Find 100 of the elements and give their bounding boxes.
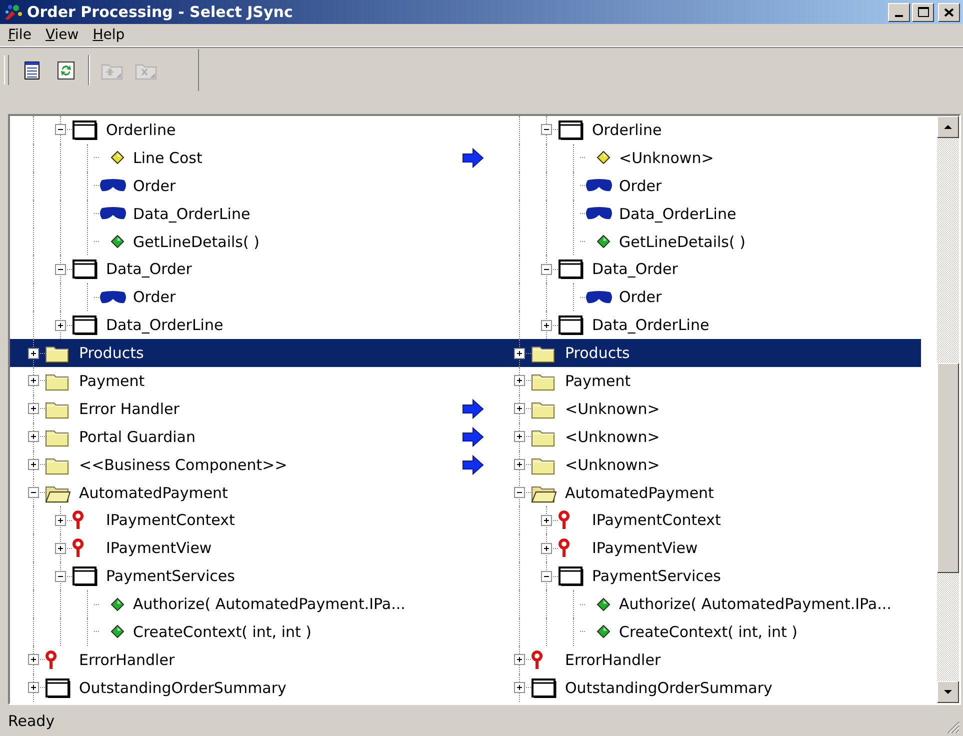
tree-item[interactable]: AutomatedPayment xyxy=(496,478,921,506)
tree-item[interactable]: <Unknown> xyxy=(496,450,921,479)
capsule-icon xyxy=(99,290,127,304)
tree-item[interactable]: Data_Order xyxy=(496,255,921,284)
tree-item[interactable]: Data_OrderLine xyxy=(10,200,496,228)
tree-item[interactable]: Orderline xyxy=(496,116,921,144)
window-icon xyxy=(558,259,584,280)
close-button[interactable] xyxy=(938,2,960,22)
tree-item[interactable]: Data_OrderLine xyxy=(496,311,921,340)
menu-item[interactable]: Help xyxy=(86,27,131,43)
expand-toggle[interactable] xyxy=(28,348,38,359)
pin-icon xyxy=(72,538,84,558)
scroll-down-button[interactable] xyxy=(937,681,959,703)
capsule-icon xyxy=(585,290,613,304)
tree-item[interactable]: Data_OrderLine xyxy=(496,200,921,228)
tree-item[interactable]: Authorize( AutomatedPayment.IPa... xyxy=(10,590,496,618)
diamond-icon xyxy=(597,235,610,248)
expand-toggle[interactable] xyxy=(54,320,66,331)
tree-item[interactable]: Products xyxy=(10,339,496,368)
tree-item[interactable]: Orderline xyxy=(10,116,496,144)
size-grip-icon xyxy=(946,720,960,734)
expand-toggle[interactable] xyxy=(28,375,38,386)
tree-item[interactable]: Error Handler xyxy=(10,394,496,423)
tree-item[interactable]: ErrorHandler xyxy=(496,646,921,674)
diamond-icon xyxy=(111,235,124,248)
expand-toggle[interactable] xyxy=(514,375,524,386)
tree-item[interactable]: OutstandingOrderSummary xyxy=(10,674,496,702)
tree-item[interactable]: AutomatedPayment xyxy=(10,478,496,506)
expand-toggle[interactable] xyxy=(28,654,38,666)
capsule-icon xyxy=(99,179,127,192)
tree-item[interactable]: GetLineDetails( ) xyxy=(496,228,921,256)
tree-item[interactable]: PaymentServices xyxy=(496,562,921,590)
expand-toggle[interactable] xyxy=(54,264,66,275)
scroll-up-button[interactable] xyxy=(937,116,959,138)
pin-icon xyxy=(531,650,543,670)
expand-toggle[interactable] xyxy=(514,403,524,414)
expand-toggle[interactable] xyxy=(28,459,38,470)
expand-toggle[interactable] xyxy=(540,514,552,526)
tree-item[interactable]: Line Cost xyxy=(10,144,496,172)
expand-toggle[interactable] xyxy=(540,570,552,582)
tree-item[interactable]: Data_Order xyxy=(10,255,496,284)
expand-toggle[interactable] xyxy=(540,320,552,331)
close-icon xyxy=(944,8,954,16)
tree-item[interactable]: <<Business Component>> xyxy=(10,450,496,479)
tree-item[interactable]: OutstandingOrderSummary xyxy=(496,674,921,702)
tree-item[interactable]: IPaymentContext xyxy=(496,506,921,534)
capsule-icon xyxy=(585,207,613,220)
tree-item[interactable]: Portal Guardian xyxy=(10,422,496,451)
menu-item[interactable]: File xyxy=(2,27,38,43)
expand-toggle[interactable] xyxy=(54,570,66,582)
tree-item[interactable]: CreateContext( int, int ) xyxy=(496,618,921,646)
expand-toggle[interactable] xyxy=(540,542,552,554)
tree-item[interactable]: IPaymentView xyxy=(496,534,921,562)
expand-toggle[interactable] xyxy=(514,487,524,498)
tree-item[interactable]: <Unknown> xyxy=(496,394,921,423)
menu-item[interactable]: View xyxy=(39,27,85,43)
expand-toggle[interactable] xyxy=(28,431,38,442)
expand-toggle[interactable] xyxy=(514,654,524,666)
pin-icon xyxy=(72,510,84,530)
tree-item[interactable]: Payment xyxy=(496,367,921,395)
tree-item[interactable]: Order xyxy=(496,283,921,312)
document-icon xyxy=(22,60,42,80)
window-icon xyxy=(72,315,98,336)
expand-toggle[interactable] xyxy=(54,542,66,554)
window-icon xyxy=(531,678,557,698)
status-text: Ready xyxy=(8,712,55,730)
maximize-button[interactable] xyxy=(912,2,934,22)
tree-item[interactable]: Products xyxy=(496,339,921,368)
tree-item[interactable]: IPaymentContext xyxy=(10,506,496,534)
scrollbar-thumb[interactable] xyxy=(937,363,959,574)
tree-item[interactable]: GetLineDetails( ) xyxy=(10,228,496,256)
tree-item[interactable]: IPaymentView xyxy=(10,534,496,562)
expand-toggle[interactable] xyxy=(514,431,524,442)
expand-toggle[interactable] xyxy=(514,682,524,694)
expand-toggle[interactable] xyxy=(514,348,524,359)
expand-toggle[interactable] xyxy=(54,124,66,136)
minimize-button[interactable] xyxy=(888,2,910,22)
tree-item[interactable]: Payment xyxy=(10,367,496,395)
window-icon xyxy=(45,678,71,698)
tree-item[interactable]: <Unknown> xyxy=(496,422,921,451)
expand-toggle[interactable] xyxy=(28,403,38,414)
tree-item[interactable]: Order xyxy=(496,172,921,200)
tree-item[interactable]: CreateContext( int, int ) xyxy=(10,618,496,646)
expand-toggle[interactable] xyxy=(514,459,524,470)
tree-item[interactable]: <Unknown> xyxy=(496,144,921,172)
expand-toggle[interactable] xyxy=(540,124,552,136)
window-icon xyxy=(558,315,584,336)
diamond-icon xyxy=(597,625,610,638)
expand-toggle[interactable] xyxy=(540,264,552,275)
tree-item[interactable]: ErrorHandler xyxy=(10,646,496,674)
expand-toggle[interactable] xyxy=(28,682,38,694)
minimize-icon xyxy=(895,15,903,17)
tree-item[interactable]: Order xyxy=(10,172,496,200)
tree-item[interactable]: Order xyxy=(10,283,496,312)
tree-item[interactable]: Authorize( AutomatedPayment.IPa... xyxy=(496,590,921,618)
expand-toggle[interactable] xyxy=(54,514,66,526)
tree-item[interactable]: Data_OrderLine xyxy=(10,311,496,340)
capsule-icon xyxy=(99,207,127,220)
expand-toggle[interactable] xyxy=(28,487,38,498)
tree-item[interactable]: PaymentServices xyxy=(10,562,496,590)
